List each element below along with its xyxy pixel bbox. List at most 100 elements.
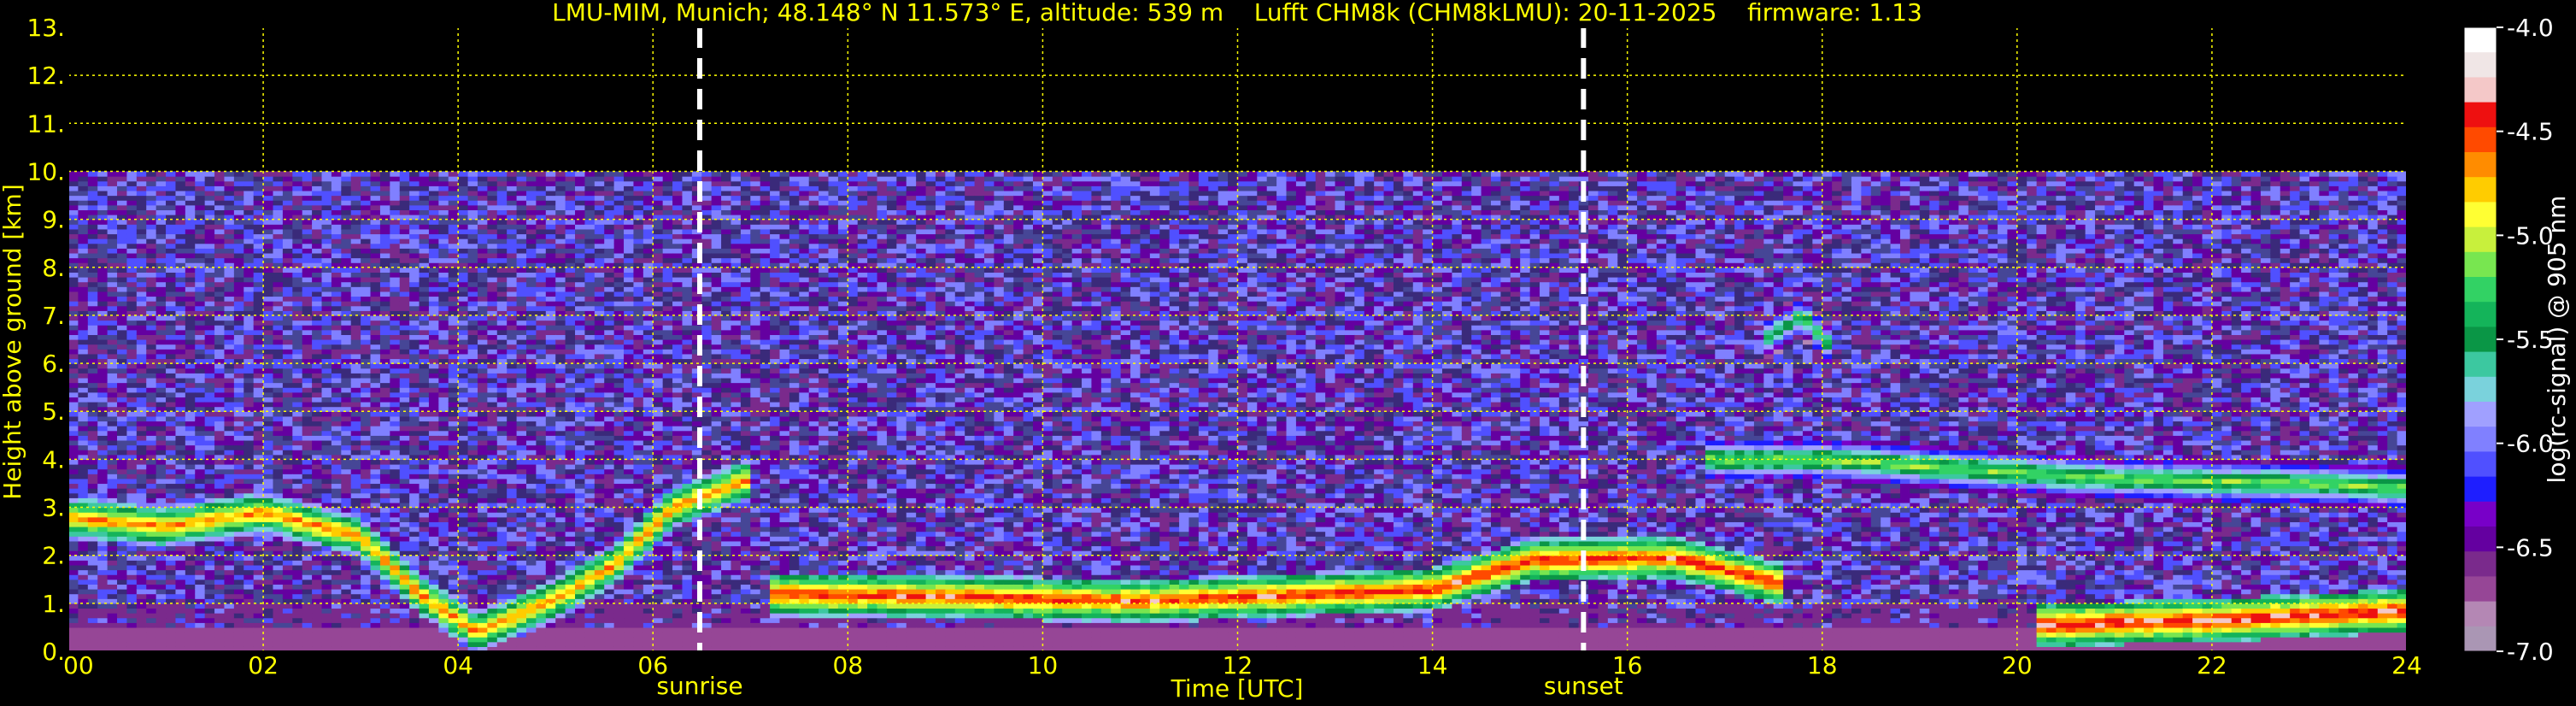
heatmap-cell [146, 229, 156, 234]
heatmap-cell [302, 469, 313, 474]
heatmap-cell [361, 416, 371, 421]
heatmap-cell [195, 258, 205, 263]
heatmap-cell [205, 344, 215, 350]
heatmap-cell [78, 315, 88, 321]
heatmap-cell [234, 378, 244, 383]
heatmap-cell [137, 464, 147, 469]
heatmap-cell [312, 431, 322, 436]
heatmap-cell [137, 196, 147, 201]
heatmap-cell [341, 416, 351, 421]
heatmap-cell [88, 233, 98, 238]
heatmap-cell [234, 334, 244, 339]
heatmap-cell [322, 536, 332, 541]
heatmap-cell [263, 532, 273, 537]
heatmap-cell [341, 402, 351, 407]
heatmap-cell [68, 339, 79, 344]
heatmap-cell [292, 291, 302, 297]
heatmap-cell [137, 622, 147, 627]
heatmap-cell [244, 527, 254, 532]
heatmap-cell [254, 392, 264, 397]
heatmap-cell [234, 474, 244, 479]
heatmap-cell [283, 580, 293, 585]
heatmap-cell [156, 205, 167, 210]
heatmap-cell [108, 532, 118, 537]
heatmap-cell [361, 258, 371, 263]
heatmap-cell [292, 450, 302, 455]
heatmap-cell [312, 258, 322, 263]
heatmap-cell [273, 258, 283, 263]
heatmap-cell [97, 383, 108, 388]
heatmap-cell [108, 589, 118, 594]
heatmap-cell [224, 344, 234, 350]
heatmap-cell [78, 584, 88, 589]
heatmap-cell [214, 627, 225, 632]
heatmap-cell [117, 397, 127, 402]
heatmap-cell [137, 233, 147, 238]
heatmap-cell [205, 474, 215, 479]
heatmap-cell [273, 392, 283, 397]
heatmap-cell [185, 349, 196, 354]
heatmap-cell [195, 622, 205, 627]
heatmap-cell [117, 291, 127, 297]
heatmap-cell [234, 387, 244, 392]
heatmap-cell [322, 378, 332, 383]
heatmap-cell [244, 603, 254, 609]
heatmap-cell [332, 603, 342, 609]
heatmap-cell [234, 464, 244, 469]
heatmap-cell [322, 483, 332, 488]
heatmap-cell [185, 545, 196, 550]
heatmap-cell [244, 574, 254, 580]
heatmap-cell [126, 171, 137, 176]
heatmap-cell [341, 580, 351, 585]
heatmap-cell [351, 238, 361, 244]
heatmap-cell [234, 368, 244, 374]
heatmap-cell [117, 238, 127, 244]
heatmap-cell [214, 387, 225, 392]
heatmap-cell [88, 171, 98, 176]
heatmap-cell [166, 545, 176, 550]
heatmap-cell [351, 383, 361, 388]
heatmap-cell [195, 344, 205, 350]
heatmap-cell [205, 272, 215, 277]
heatmap-cell [146, 627, 156, 632]
heatmap-cell [322, 291, 332, 297]
heatmap-cell [146, 200, 156, 205]
heatmap-cell [341, 589, 351, 594]
heatmap-cell [224, 378, 234, 383]
heatmap-cell [302, 378, 313, 383]
heatmap-cell [68, 171, 79, 176]
heatmap-cell [185, 258, 196, 263]
heatmap-cell [68, 541, 79, 546]
heatmap-cell [68, 306, 79, 311]
heatmap-cell [234, 397, 244, 402]
heatmap-cell [273, 387, 283, 392]
heatmap-cell [88, 488, 98, 493]
heatmap-cell [175, 589, 185, 594]
heatmap-cell [322, 584, 332, 589]
heatmap-cell [156, 450, 167, 455]
heatmap-cell [214, 325, 225, 330]
heatmap-cell [332, 574, 342, 580]
heatmap-cell [97, 349, 108, 354]
heatmap-cell [351, 431, 361, 436]
heatmap-cell [195, 608, 205, 613]
heatmap-cell [205, 556, 215, 561]
heatmap-cell [292, 363, 302, 368]
heatmap-cell [137, 613, 147, 618]
heatmap-cell [341, 378, 351, 383]
heatmap-cell [263, 402, 273, 407]
heatmap-cell [117, 301, 127, 306]
heatmap-cell [137, 200, 147, 205]
heatmap-cell [312, 286, 322, 291]
heatmap-cell [88, 483, 98, 488]
heatmap-cell [195, 589, 205, 594]
heatmap-cell [283, 209, 293, 215]
heatmap-cell [126, 445, 137, 450]
heatmap-cell [351, 517, 361, 522]
heatmap-cell [88, 191, 98, 196]
heatmap-cell [185, 185, 196, 191]
heatmap-cell [263, 493, 273, 498]
heatmap-cell [273, 459, 283, 464]
heatmap-cell [108, 306, 118, 311]
heatmap-cell [273, 584, 283, 589]
